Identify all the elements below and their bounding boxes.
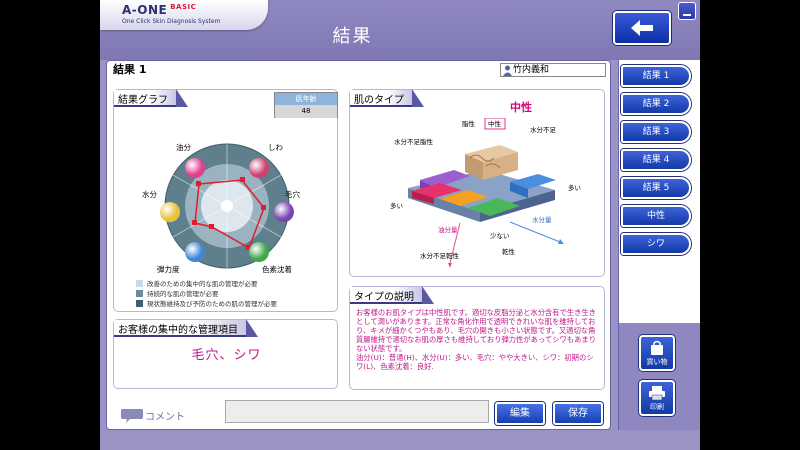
tab-wrinkle[interactable]: シワ	[621, 233, 691, 255]
side-nav: 結果 1 結果 2 結果 3 結果 4 結果 5 中性 シワ 買い物 印刷	[618, 60, 700, 430]
axis-label-moisture: 水分	[142, 189, 157, 199]
wrinkle-ball-icon	[249, 158, 269, 178]
user-icon	[503, 65, 512, 76]
oil-ball-icon	[185, 158, 205, 178]
focus-title: お客様の集中的な管理項目	[114, 319, 258, 337]
shopping-bag-icon	[651, 340, 663, 355]
legend-item: 持続的な肌の管理が必要	[136, 288, 277, 298]
graph-legend: 改善のための集中的な肌の管理が必要 持続的な肌の管理が必要 現状態維持及び予防の…	[136, 278, 277, 308]
print-button[interactable]: 印刷	[639, 380, 675, 416]
label-water-amount: 水分量	[532, 215, 552, 224]
pore-ball-icon	[274, 202, 294, 222]
focus-items-panel: お客様の集中的な管理項目 毛穴、シワ	[113, 319, 338, 389]
skin-type-panel: 肌のタイプ 中性 水分不足脂性 脂性 中性 水分不足 多い 多い 油分量 水分量…	[349, 89, 605, 277]
label-dry-lack: 水分不足	[530, 125, 557, 134]
user-name: 竹内義和	[513, 65, 550, 75]
description-text: お客様のお肌タイプは中性肌です。適切な皮脂分泌と水分含有で生き生きとして潤いがあ…	[356, 308, 600, 371]
description-body: お客様のお肌タイプは中性肌です。適切な皮脂分泌と水分含有で生き生きとして潤いがあ…	[356, 308, 597, 353]
label-oily: 脂性	[462, 119, 476, 128]
label-dry-lack-dry: 水分不足乾性	[420, 251, 460, 260]
page-title: 結果	[332, 26, 373, 47]
label-many-left: 多い	[390, 201, 403, 210]
legend-item: 改善のための集中的な肌の管理が必要	[136, 278, 277, 288]
shop-button[interactable]: 買い物	[639, 335, 675, 371]
skin-age-value: 48	[275, 105, 337, 118]
result-label: 結果 1	[113, 63, 147, 76]
main-panel: 結果 1 竹内義和 結果グラフ 肌年齢 48 油分 しわ 毛穴 色素沈着 弾力度…	[106, 60, 611, 430]
label-many-right: 多い	[568, 183, 581, 192]
tab-result-5[interactable]: 結果 5	[621, 177, 691, 199]
print-label: 印刷	[650, 403, 664, 411]
back-button[interactable]	[613, 11, 671, 45]
comment-label: コメント	[121, 408, 185, 423]
skin-type-title: 肌のタイプ	[350, 89, 424, 107]
edit-button[interactable]: 編集	[495, 402, 545, 425]
speech-bubble-icon	[121, 408, 143, 423]
axis-label-pigment: 色素沈着	[262, 264, 292, 274]
radar-chart: 油分 しわ 毛穴 色素沈着 弾力度 水分	[142, 142, 300, 274]
pigment-ball-icon	[249, 242, 269, 262]
app-window: A-ONE BASIC One Click Skin Diagnosis Syst…	[100, 0, 700, 450]
tab-result-1[interactable]: 結果 1	[621, 65, 691, 87]
description-title: タイプの説明	[350, 286, 434, 304]
skin-type-result: 中性	[510, 101, 532, 114]
graph-title: 結果グラフ	[114, 89, 188, 107]
printer-icon	[649, 386, 665, 401]
arrow-left-icon	[631, 20, 653, 36]
axis-label-wrinkle: しわ	[268, 143, 283, 152]
skin-type-chart: 水分不足脂性 脂性 中性 水分不足 多い 多い 油分量 水分量 少ない 水分不足…	[390, 118, 581, 268]
logo-edition: BASIC	[170, 3, 197, 11]
comment-input[interactable]	[225, 400, 489, 423]
minimize-button[interactable]	[678, 2, 696, 20]
skin-age-box: 肌年齢 48	[274, 92, 338, 118]
result-graph-panel: 結果グラフ 肌年齢 48 油分 しわ 毛穴 色素沈着 弾力度 水分 改善のための…	[113, 89, 338, 312]
description-detail: 油分(U)：普通(H)、水分(U)：多い、毛穴：やや大きい、シワ：初期のシワ(L…	[356, 353, 594, 371]
tab-result-2[interactable]: 結果 2	[621, 93, 691, 115]
elasticity-ball-icon	[185, 242, 205, 262]
tab-result-4[interactable]: 結果 4	[621, 149, 691, 171]
moisture-ball-icon	[160, 202, 180, 222]
label-dry: 乾性	[502, 247, 516, 256]
legend-item: 現状態維持及び予防のための肌の管理が必要	[136, 298, 277, 308]
save-button[interactable]: 保存	[553, 402, 603, 425]
axis-label-pore: 毛穴	[285, 189, 300, 199]
label-oil-amount: 油分量	[438, 225, 458, 234]
shop-label: 買い物	[646, 358, 668, 366]
tab-neutral[interactable]: 中性	[621, 205, 691, 227]
logo-text: A-ONE	[122, 3, 168, 17]
focus-value: 毛穴、シワ	[191, 348, 262, 363]
label-neutral: 中性	[488, 119, 502, 128]
side-action-area: 買い物 印刷	[619, 323, 700, 430]
header-bar: A-ONE BASIC One Click Skin Diagnosis Syst…	[100, 0, 700, 60]
skin-age-header: 肌年齢	[275, 93, 337, 105]
label-dry-lack-oily: 水分不足脂性	[394, 137, 434, 146]
tab-result-3[interactable]: 結果 3	[621, 121, 691, 143]
label-few: 少ない	[490, 232, 510, 240]
type-description-panel: タイプの説明 お客様のお肌タイプは中性肌です。適切な皮脂分泌と水分含有で生き生き…	[349, 286, 605, 390]
axis-label-elasticity: 弾力度	[157, 264, 180, 274]
user-name-box: 竹内義和	[500, 63, 606, 77]
axis-label-oil: 油分	[176, 142, 191, 152]
